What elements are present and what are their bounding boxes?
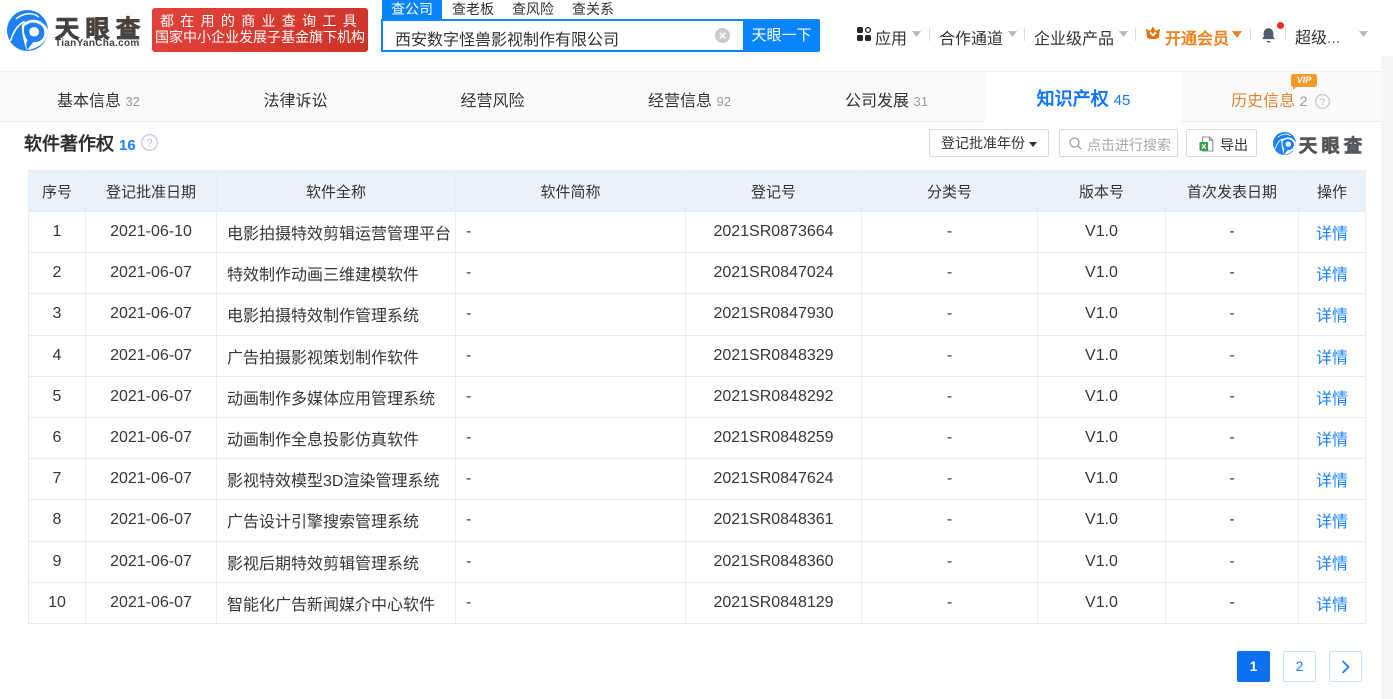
svg-text:?: ?: [146, 137, 152, 149]
svg-text:?: ?: [1320, 97, 1325, 108]
